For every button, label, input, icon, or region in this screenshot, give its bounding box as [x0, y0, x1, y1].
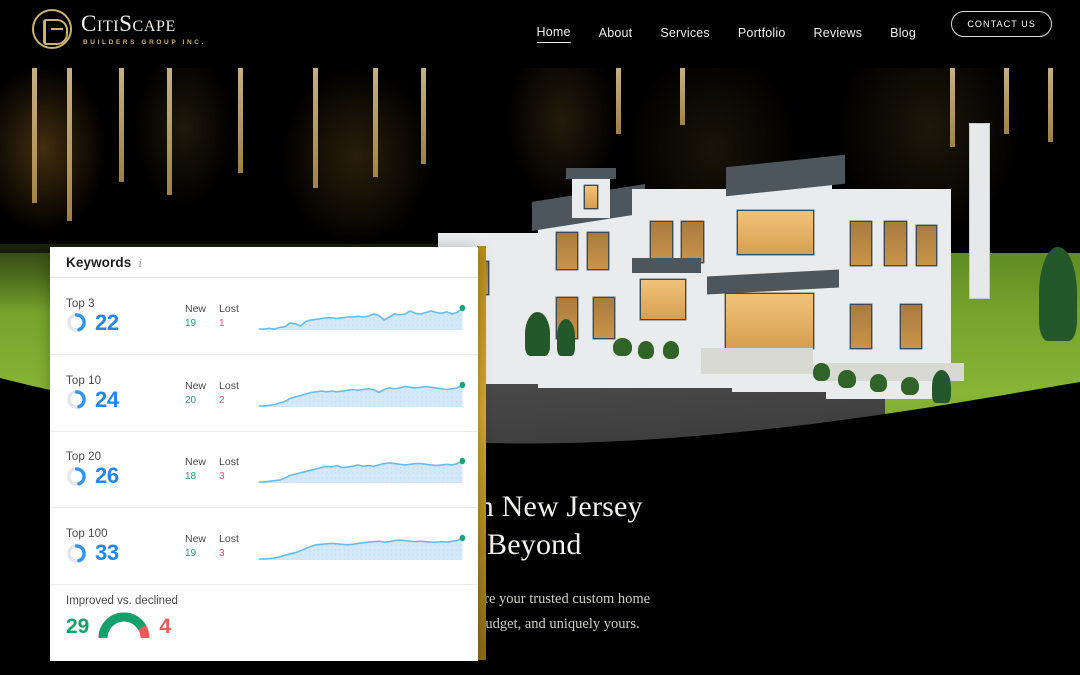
keyword-value-row: 24 [66, 386, 191, 412]
keyword-count: 33 [95, 540, 119, 566]
keyword-row-left: Top 3 22 [66, 298, 191, 334]
keyword-stats: New 19 Lost 3 [185, 532, 239, 560]
keyword-value-row: 33 [66, 542, 191, 564]
keyword-stats: New 18 Lost 3 [185, 455, 239, 483]
keyword-bucket-label: Top 100 [66, 528, 108, 541]
primary-navigation: Home About Services Portfolio Reviews Blog [536, 0, 916, 68]
lost-value: 1 [219, 317, 225, 329]
keyword-count: 22 [95, 309, 119, 335]
nav-link-home[interactable]: Home [536, 25, 571, 43]
new-stat: New 19 [185, 302, 206, 330]
new-value: 19 [185, 317, 197, 329]
brand-tagline: BUILDERS GROUP INC. [83, 38, 206, 46]
keyword-stats: New 19 Lost 1 [185, 302, 239, 330]
lost-value: 3 [219, 548, 225, 560]
improved-declined-gauge [98, 612, 150, 640]
new-stat: New 19 [185, 532, 206, 560]
keyword-row[interactable]: Top 20 26 New 18 Lost 3 [50, 432, 478, 509]
keyword-row-left: Top 100 33 [66, 528, 191, 564]
lost-stat: Lost 1 [219, 302, 239, 330]
cbg-monogram-icon [32, 9, 72, 49]
site-header: CitiScape BUILDERS GROUP INC. Home About S… [0, 0, 1080, 68]
gold-accent-strip [477, 246, 486, 660]
declined-count: 4 [159, 614, 172, 638]
brand-logo[interactable]: CitiScape BUILDERS GROUP INC. [32, 9, 206, 49]
lost-value: 2 [219, 394, 225, 406]
donut-chart-icon [66, 389, 87, 410]
keyword-rows: Top 3 22 New 19 Lost 1 Top 10 24 New 20 Lost 2 Top 2… [50, 278, 478, 585]
new-stat: New 20 [185, 379, 206, 407]
nav-link-about[interactable]: About [599, 26, 633, 43]
new-value: 20 [185, 394, 197, 406]
nav-link-reviews[interactable]: Reviews [814, 26, 863, 43]
keyword-row-left: Top 20 26 [66, 451, 191, 487]
new-label: New [185, 533, 207, 546]
keyword-bucket-label: Top 20 [66, 451, 102, 464]
keyword-trend-sparkline [257, 529, 466, 563]
lost-stat: Lost 2 [219, 379, 239, 407]
brand-text: CitiScape BUILDERS GROUP INC. [81, 12, 206, 47]
page-root: e Builders in New Jersey ingston and Bey… [0, 0, 1080, 675]
keyword-value-row: 22 [66, 309, 191, 335]
brand-name: CitiScape [81, 10, 176, 36]
new-stat: New 18 [185, 455, 206, 483]
new-label: New [185, 456, 207, 469]
keyword-bucket-label: Top 3 [66, 297, 95, 310]
improved-values-row: 29 4 [66, 612, 462, 640]
contact-us-button[interactable]: CONTACT US [951, 11, 1052, 37]
lost-label: Lost [219, 379, 239, 392]
nav-link-portfolio[interactable]: Portfolio [738, 26, 786, 43]
donut-chart-icon [66, 312, 87, 333]
keyword-row[interactable]: Top 3 22 New 19 Lost 1 [50, 278, 478, 355]
lost-label: Lost [219, 302, 239, 315]
keyword-value-row: 26 [66, 465, 191, 487]
keywords-widget-header: Keywords i [50, 247, 478, 278]
keyword-count: 26 [95, 463, 119, 489]
keywords-title: Keywords [66, 254, 132, 270]
keyword-trend-sparkline [257, 299, 466, 333]
info-icon[interactable]: i [138, 256, 142, 269]
nav-link-services[interactable]: Services [660, 26, 710, 43]
keyword-bucket-label: Top 10 [66, 374, 102, 387]
keyword-stats: New 20 Lost 2 [185, 379, 239, 407]
keyword-count: 24 [95, 386, 119, 412]
keyword-row[interactable]: Top 10 24 New 20 Lost 2 [50, 355, 478, 432]
improved-count: 29 [66, 614, 90, 638]
improved-label: Improved vs. declined [66, 595, 178, 607]
improved-vs-declined-block: Improved vs. declined 29 4 [50, 585, 478, 661]
lost-stat: Lost 3 [219, 532, 239, 560]
lost-stat: Lost 3 [219, 455, 239, 483]
nav-link-blog[interactable]: Blog [890, 26, 916, 43]
lost-value: 3 [219, 471, 225, 483]
donut-chart-icon [66, 466, 87, 487]
keywords-widget: Keywords i Top 3 22 New 19 Lost 1 Top 10 24 New 2… [50, 247, 478, 661]
keyword-row[interactable]: Top 100 33 New 19 Lost 3 [50, 508, 478, 585]
lost-label: Lost [219, 456, 239, 469]
new-label: New [185, 379, 207, 392]
new-label: New [185, 302, 207, 315]
lost-label: Lost [219, 533, 239, 546]
donut-chart-icon [66, 543, 87, 564]
keyword-trend-sparkline [257, 376, 466, 410]
keyword-row-left: Top 10 24 [66, 375, 191, 411]
new-value: 18 [185, 471, 197, 483]
keyword-trend-sparkline [257, 452, 466, 486]
new-value: 19 [185, 548, 197, 560]
